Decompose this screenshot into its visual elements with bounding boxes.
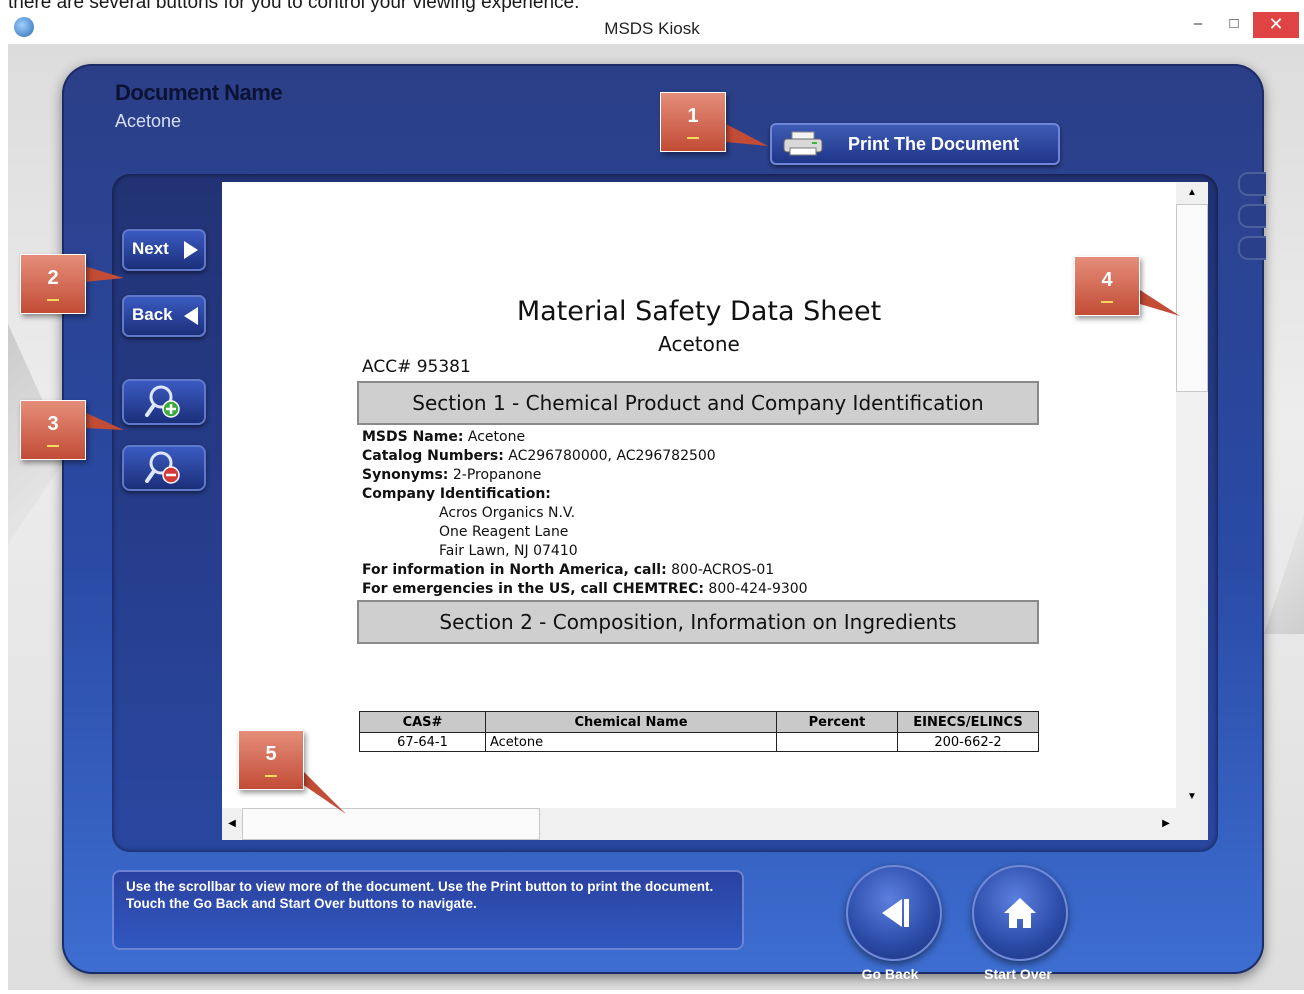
side-tab-3 xyxy=(1238,236,1266,260)
callout-2-number: 2 xyxy=(47,267,59,289)
callout-1-number: 1 xyxy=(687,105,699,127)
printer-icon xyxy=(783,131,823,156)
next-label: Next xyxy=(132,239,169,258)
start-over-label: Start Over xyxy=(984,966,1052,982)
back-label: Back xyxy=(132,305,173,324)
document-name-value: Acetone xyxy=(115,111,182,131)
catalog-value: AC296780000, AC296782500 xyxy=(508,448,716,464)
emergency-value: 800-424-9300 xyxy=(708,581,808,597)
synonyms-label: Synonyms: xyxy=(362,467,449,483)
emergency-label: For emergencies in the US, call CHEMTREC… xyxy=(362,581,704,597)
scroll-up-arrow-icon[interactable]: ▲ xyxy=(1176,182,1208,204)
close-button[interactable]: ✕ xyxy=(1253,12,1299,38)
home-icon xyxy=(1004,898,1036,928)
document-name-label: Document Name xyxy=(115,80,283,105)
back-arrow-icon xyxy=(184,307,198,325)
window-titlebar: MSDS Kiosk – □ ✕ xyxy=(0,12,1304,44)
info-na-value: 800-ACROS-01 xyxy=(671,562,775,578)
callout-5-number: 5 xyxy=(265,743,277,765)
synonyms-line: Synonyms: 2-Propanone xyxy=(362,467,541,483)
scroll-left-arrow-icon[interactable]: ◀ xyxy=(222,808,242,840)
help-text: Use the scrollbar to view more of the do… xyxy=(126,879,714,911)
window-title: MSDS Kiosk xyxy=(604,19,700,38)
decorative-shape-right xyxy=(1264,514,1304,634)
catalog-label: Catalog Numbers: xyxy=(362,448,504,464)
callout-1: 1 xyxy=(660,92,726,152)
emergency-line: For emergencies in the US, call CHEMTREC… xyxy=(362,581,808,597)
composition-table: CAS# Chemical Name Percent EINECS/ELINCS… xyxy=(359,711,1039,752)
go-back-icon xyxy=(882,899,909,927)
msds-name-value: Acetone xyxy=(467,429,526,445)
callout-5: 5 xyxy=(238,730,304,790)
horizontal-scroll-thumb[interactable] xyxy=(242,808,540,840)
table-row: 67-64-1 Acetone 200-662-2 xyxy=(359,732,1039,752)
section-1-heading: Section 1 - Chemical Product and Company… xyxy=(357,381,1039,425)
scrollbar-corner xyxy=(1176,808,1208,840)
cell-cas: 67-64-1 xyxy=(359,732,486,752)
acc-number: ACC# 95381 xyxy=(362,357,471,377)
msds-name-line: MSDS Name: Acetone xyxy=(362,429,525,445)
company-address-3: Fair Lawn, NJ 07410 xyxy=(439,543,578,559)
company-address-1: Acros Organics N.V. xyxy=(439,505,576,521)
go-back-label: Go Back xyxy=(861,966,919,982)
next-arrow-icon xyxy=(184,241,198,259)
scroll-down-arrow-icon[interactable]: ▼ xyxy=(1176,786,1208,808)
cell-percent xyxy=(776,732,898,752)
print-button-label: Print The Document xyxy=(848,134,1020,154)
zoom-in-icon xyxy=(145,385,180,418)
maximize-button[interactable]: □ xyxy=(1217,12,1251,38)
company-line: Company Identification: xyxy=(362,486,551,502)
catalog-line: Catalog Numbers: AC296780000, AC29678250… xyxy=(362,448,716,464)
table-header-cas: CAS# xyxy=(359,711,486,733)
table-header-percent: Percent xyxy=(776,711,898,733)
zoom-out-icon xyxy=(145,451,180,484)
callout-2: 2 xyxy=(20,254,86,314)
help-panel: Use the scrollbar to view more of the do… xyxy=(112,870,744,950)
next-page-button[interactable]: Next xyxy=(122,229,206,271)
side-tab-2 xyxy=(1238,204,1266,228)
info-na-label: For information in North America, call: xyxy=(362,562,667,578)
print-document-button[interactable]: Print The Document xyxy=(770,123,1060,165)
minimize-button[interactable]: – xyxy=(1181,12,1215,38)
msds-name-label: MSDS Name: xyxy=(362,429,464,445)
table-header-row: CAS# Chemical Name Percent EINECS/ELINCS xyxy=(359,711,1039,733)
callout-3-number: 3 xyxy=(47,413,59,435)
msds-subtitle: Acetone xyxy=(658,332,740,356)
company-label: Company Identification: xyxy=(362,486,551,502)
side-tab-1 xyxy=(1238,172,1266,196)
callout-4: 4 xyxy=(1074,256,1140,316)
scroll-right-arrow-icon[interactable]: ▶ xyxy=(1156,808,1176,840)
zoom-out-button[interactable] xyxy=(122,445,206,491)
start-over-button[interactable] xyxy=(972,865,1068,961)
previous-page-button[interactable]: Back xyxy=(122,295,206,337)
cell-einecs: 200-662-2 xyxy=(897,732,1039,752)
section-2-heading: Section 2 - Composition, Information on … xyxy=(357,600,1039,644)
table-header-einecs: EINECS/ELINCS xyxy=(897,711,1039,733)
vertical-scrollbar[interactable]: ▲ ▼ xyxy=(1176,182,1208,808)
callout-4-number: 4 xyxy=(1101,269,1113,291)
table-header-chemical: Chemical Name xyxy=(485,711,777,733)
cell-chemical-name: Acetone xyxy=(485,732,777,752)
vertical-scroll-thumb[interactable] xyxy=(1176,204,1208,392)
zoom-in-button[interactable] xyxy=(122,379,206,425)
info-na-line: For information in North America, call: … xyxy=(362,562,774,578)
horizontal-scrollbar[interactable]: ◀ ▶ xyxy=(222,808,1176,840)
synonyms-value: 2-Propanone xyxy=(452,467,542,483)
go-back-button[interactable] xyxy=(846,865,942,961)
msds-title: Material Safety Data Sheet xyxy=(516,296,882,327)
company-address-2: One Reagent Lane xyxy=(439,524,569,540)
callout-3: 3 xyxy=(20,400,86,460)
